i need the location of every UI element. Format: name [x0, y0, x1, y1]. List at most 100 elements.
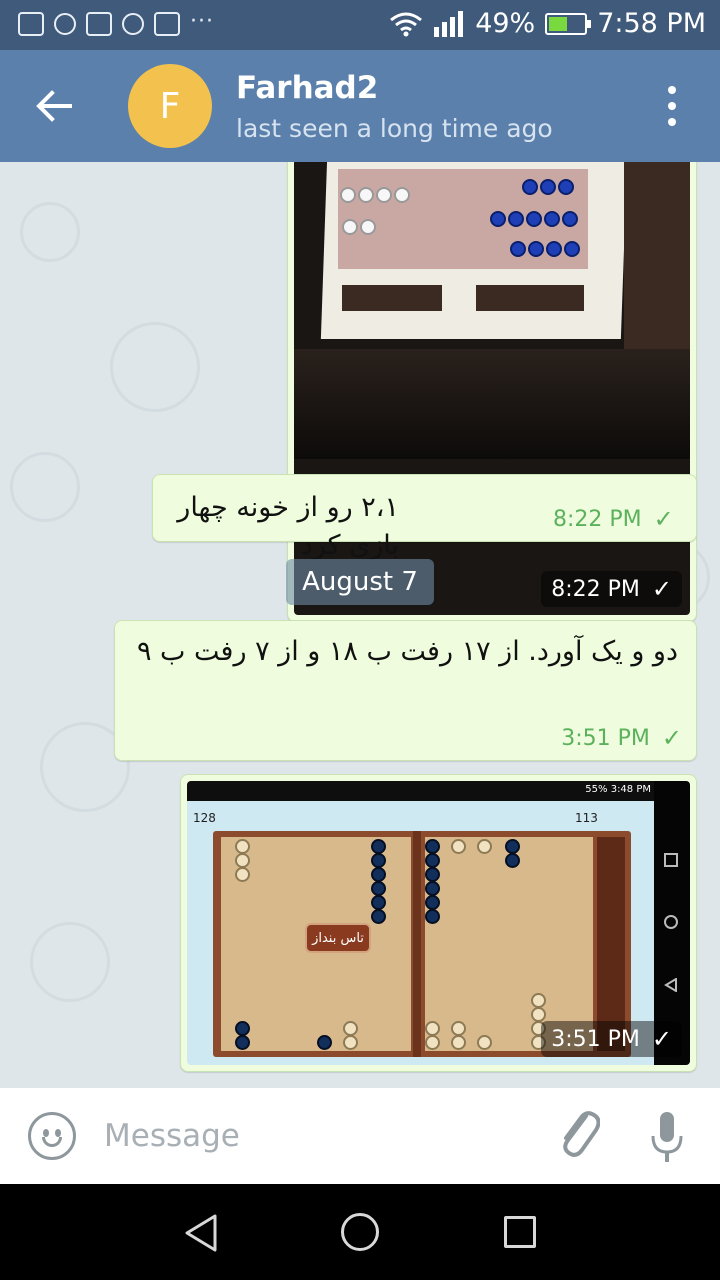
black-checker	[425, 839, 440, 854]
blue-checker	[508, 211, 524, 227]
text-message[interactable]: ۲،۱ رو از خونه چهار بازی کرد 8:22 PM ✓	[152, 474, 697, 561]
black-checker	[425, 853, 440, 868]
paperclip-icon[interactable]	[556, 1106, 601, 1162]
board-right-half	[425, 837, 593, 1051]
board-tray	[476, 285, 584, 311]
more-notifications-icon: ···	[190, 9, 214, 34]
black-checker	[317, 1035, 332, 1050]
score-right: 113	[575, 811, 598, 825]
background-doodle	[10, 452, 80, 522]
white-checker	[235, 853, 250, 868]
contact-name[interactable]: Farhad2	[236, 70, 378, 106]
message-meta: 8:22 PM ✓	[553, 505, 674, 533]
white-checker	[477, 839, 492, 854]
message-list[interactable]: 8:22 PM ✓ ۲،۱ رو از خونه چهار بازی کرد 8…	[0, 162, 720, 1088]
microphone-icon[interactable]	[650, 1110, 684, 1166]
blue-checker	[522, 179, 538, 195]
white-checker	[343, 1021, 358, 1036]
square-icon	[664, 853, 678, 867]
nav-home-icon[interactable]	[341, 1213, 379, 1251]
system-nav-bar	[0, 1184, 720, 1280]
timestamp: 8:22 PM	[551, 576, 640, 602]
back-arrow-icon[interactable]	[34, 86, 74, 126]
message-text: دو و یک آورد. از ۱۷ رفت ب ۱۸ و از ۷ رفت …	[136, 636, 678, 667]
black-checker	[371, 853, 386, 868]
battery-icon	[545, 12, 592, 35]
blue-checker	[562, 211, 578, 227]
timestamp: 8:22 PM	[553, 506, 642, 532]
white-checker	[358, 187, 374, 203]
message-time: 8:22 PM ✓	[541, 571, 682, 607]
white-checker	[394, 187, 410, 203]
nav-recents-icon[interactable]	[504, 1216, 536, 1248]
white-checker	[235, 839, 250, 854]
white-checker	[360, 219, 376, 235]
white-checker	[425, 1021, 440, 1036]
sync-notification-icon	[54, 13, 76, 35]
white-checker	[451, 1035, 466, 1050]
message-time: 3:51 PM ✓	[541, 1021, 682, 1057]
black-checker	[425, 867, 440, 882]
white-checker	[451, 1021, 466, 1036]
blue-checker	[544, 211, 560, 227]
timestamp: 3:51 PM	[551, 1026, 640, 1052]
photo-message[interactable]: 55% 3:48 PM 128 113 تاس بنداز 3:51 PM ✓	[180, 774, 697, 1072]
white-checker	[342, 219, 358, 235]
blue-checker	[564, 241, 580, 257]
board-bar	[413, 831, 421, 1057]
embedded-status-bar: 55% 3:48 PM	[187, 781, 657, 801]
mail-notification-icon	[18, 12, 44, 36]
black-checker	[371, 909, 386, 924]
score-left: 128	[193, 811, 216, 825]
white-checker	[235, 867, 250, 882]
white-checker	[340, 187, 356, 203]
white-checker	[451, 839, 466, 854]
blue-checker	[510, 241, 526, 257]
white-checker	[376, 187, 392, 203]
message-meta: 3:51 PM ✓	[561, 724, 682, 752]
blue-checker	[558, 179, 574, 195]
nav-back-icon[interactable]	[184, 1214, 218, 1256]
loading-notification-icon	[122, 13, 144, 35]
embedded-status-text: 55% 3:48 PM	[585, 784, 651, 795]
notification-icons: ···	[18, 9, 214, 36]
avatar[interactable]: F	[128, 64, 212, 148]
signal-icon	[433, 10, 465, 37]
status-bar: ··· 49% 7:58 PM	[0, 0, 720, 50]
black-checker	[235, 1021, 250, 1036]
black-checker	[235, 1035, 250, 1050]
more-vertical-icon[interactable]	[660, 86, 684, 126]
circle-icon	[664, 915, 678, 929]
read-check-icon: ✓	[661, 724, 682, 752]
triangle-icon	[664, 977, 678, 993]
white-checker	[343, 1035, 358, 1050]
black-checker	[371, 839, 386, 854]
background-doodle	[30, 922, 110, 1002]
board-side-tray	[597, 837, 625, 1051]
date-separator: August 7	[286, 559, 434, 605]
blue-checker	[540, 179, 556, 195]
read-check-icon: ✓	[653, 505, 674, 533]
upload-notification-icon	[154, 12, 180, 36]
black-checker	[505, 853, 520, 868]
board-tray	[342, 285, 442, 311]
black-checker	[425, 881, 440, 896]
black-checker	[505, 839, 520, 854]
white-checker	[425, 1035, 440, 1050]
blue-checker	[546, 241, 562, 257]
text-message[interactable]: دو و یک آورد. از ۱۷ رفت ب ۱۸ و از ۷ رفت …	[114, 620, 697, 761]
smiley-icon[interactable]	[28, 1112, 76, 1160]
chat-header: F Farhad2 last seen a long time ago	[0, 50, 720, 162]
message-input[interactable]	[104, 1116, 524, 1156]
black-checker	[371, 881, 386, 896]
message-composer	[0, 1088, 720, 1184]
battery-percent: 49%	[475, 8, 536, 39]
black-checker	[371, 867, 386, 882]
timestamp: 3:51 PM	[561, 725, 650, 751]
wifi-icon	[389, 11, 423, 37]
sent-check-icon: ✓	[651, 1025, 672, 1053]
white-checker	[477, 1035, 492, 1050]
last-seen-status: last seen a long time ago	[236, 114, 553, 143]
black-checker	[371, 895, 386, 910]
clock: 7:58 PM	[597, 8, 706, 39]
